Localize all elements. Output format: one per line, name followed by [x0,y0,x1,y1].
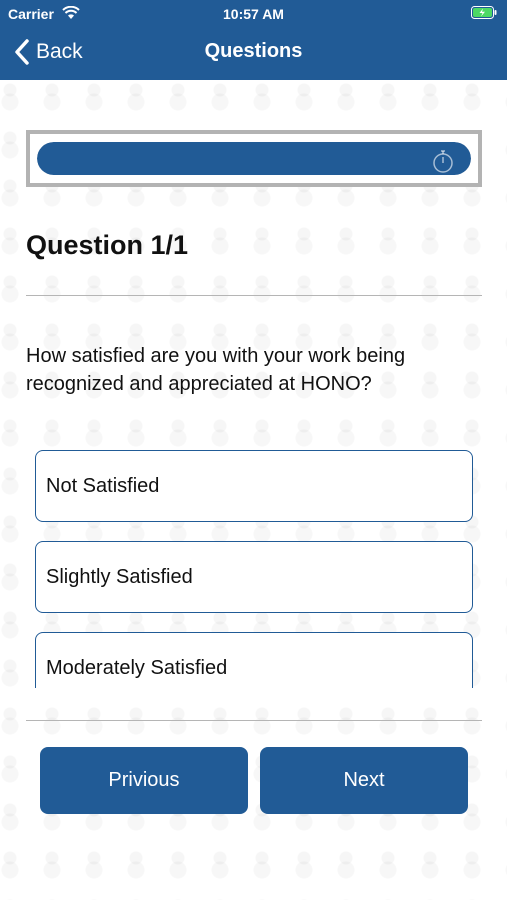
option-not-satisfied[interactable]: Not Satisfied [35,450,473,522]
navigation-bar: Carrier 10:57 AM Back Questions [0,0,507,80]
timer-progress-bar [37,142,471,175]
page-title: Questions [204,40,303,62]
timer-container [26,130,482,187]
timer-progress-fill [37,142,471,175]
next-button[interactable]: Next [260,747,468,814]
status-bar: Carrier 10:57 AM [0,0,507,28]
divider-bottom [26,720,482,721]
stopwatch-icon [433,150,453,173]
question-heading: Question 1/1 [26,230,189,260]
status-time: 10:57 AM [223,6,284,22]
previous-button[interactable]: Privious [40,747,248,814]
option-moderately-satisfied[interactable]: Moderately Satisfied [35,632,473,688]
question-text: How satisfied are you with your work bei… [26,345,406,395]
battery-charging-icon [471,6,497,19]
answer-options-list[interactable]: Not Satisfied Slightly Satisfied Moderat… [26,440,482,688]
divider-top [26,295,482,296]
option-slightly-satisfied[interactable]: Slightly Satisfied [35,541,473,613]
